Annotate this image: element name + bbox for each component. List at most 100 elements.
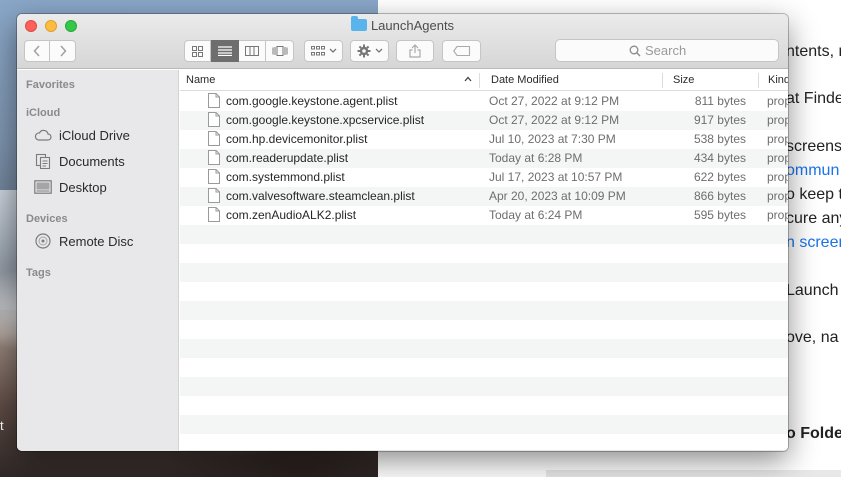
file-row[interactable]: com.zenAudioALK2.plist Today at 6:24 PM 59… (180, 206, 788, 225)
column-header-kind[interactable]: Kind (768, 74, 788, 86)
sidebar-item-label: iCloud Drive (59, 127, 130, 143)
file-row[interactable]: com.google.keystone.xpcservice.plist Oct … (180, 111, 788, 130)
file-size: 434 bytes (693, 151, 746, 165)
file-kind: prop (767, 170, 788, 184)
column-header-name[interactable]: Name (186, 74, 215, 86)
webpage-text: ove, na (786, 329, 839, 346)
file-kind: prop (767, 94, 788, 108)
sidebar: Favorites iCloud iCloud Drive Documents … (17, 70, 179, 451)
file-name: com.google.keystone.agent.plist (226, 94, 398, 108)
file-size: 622 bytes (693, 170, 746, 184)
chevron-down-icon (375, 48, 382, 53)
webpage-text: screens (786, 138, 841, 155)
action-button[interactable] (350, 40, 389, 62)
empty-row (180, 339, 788, 358)
titlebar: LaunchAgents (17, 14, 788, 69)
empty-row (180, 320, 788, 339)
empty-row (180, 358, 788, 377)
share-button[interactable] (396, 40, 434, 62)
file-date: Apr 20, 2023 at 10:09 PM (489, 189, 626, 203)
file-kind: prop (767, 132, 788, 146)
file-size: 595 bytes (693, 208, 746, 222)
sidebar-header-devices: Devices (26, 213, 68, 225)
sidebar-item-desktop[interactable]: Desktop (34, 177, 107, 197)
document-icon (208, 131, 220, 149)
column-view-button[interactable] (239, 40, 266, 62)
file-row[interactable]: com.readerupdate.plist Today at 6:28 PM 43… (180, 149, 788, 168)
tag-icon (452, 46, 470, 56)
file-kind: prop (767, 113, 788, 127)
empty-row (180, 415, 788, 434)
list-view-button[interactable] (211, 40, 239, 62)
document-icon (208, 150, 220, 168)
file-date: Oct 27, 2022 at 9:12 PM (489, 113, 620, 127)
webpage-divider (546, 470, 841, 477)
file-name: com.hp.devicemonitor.plist (226, 132, 368, 146)
chevron-right-icon (59, 45, 67, 57)
list-view-icon (217, 46, 232, 56)
file-date: Jul 17, 2023 at 10:57 PM (489, 170, 623, 184)
empty-row (180, 301, 788, 320)
tags-button[interactable] (442, 40, 481, 62)
finder-window: LaunchAgents Search Favorites iCloud iCl… (17, 14, 788, 451)
sidebar-item-remote-disc[interactable]: Remote Disc (34, 231, 133, 251)
column-separator[interactable] (662, 73, 663, 88)
file-row[interactable]: com.google.keystone.agent.plist Oct 27, 2… (180, 92, 788, 111)
empty-row (180, 263, 788, 282)
column-header-date[interactable]: Date Modified (491, 74, 559, 86)
document-icon (208, 112, 220, 130)
column-separator[interactable] (758, 73, 759, 88)
window-title-text: LaunchAgents (370, 18, 455, 33)
column-header-size[interactable]: Size (673, 74, 694, 86)
document-icon (208, 93, 220, 111)
column-separator[interactable] (479, 73, 480, 88)
file-name: com.google.keystone.xpcservice.plist (226, 113, 425, 127)
file-size: 917 bytes (693, 113, 746, 127)
file-kind: prop (767, 189, 788, 203)
cover-flow-view-button[interactable] (266, 40, 294, 62)
arrange-button[interactable] (304, 40, 343, 62)
column-headers: Name Date Modified Size Kind (180, 70, 788, 91)
file-list: Name Date Modified Size Kind com.google.… (180, 70, 788, 451)
cover-flow-icon (272, 46, 287, 56)
sidebar-header-icloud: iCloud (26, 107, 61, 119)
sidebar-header-favorites: Favorites (26, 79, 75, 91)
back-button[interactable] (24, 40, 50, 62)
share-icon (409, 44, 421, 58)
webpage-text: o keep t (786, 186, 841, 203)
sidebar-item-documents[interactable]: Documents (34, 151, 125, 171)
gear-icon (357, 44, 370, 58)
file-name: com.readerupdate.plist (226, 151, 349, 165)
document-icon (208, 188, 220, 206)
webpage-text: ntents, r (786, 43, 841, 60)
search-input[interactable] (645, 43, 705, 58)
document-icon (208, 169, 220, 187)
forward-button[interactable] (50, 40, 76, 62)
file-date: Jul 10, 2023 at 7:30 PM (489, 132, 616, 146)
icon-view-icon (192, 45, 203, 57)
file-kind: prop (767, 208, 788, 222)
sidebar-item-icloud-drive[interactable]: iCloud Drive (34, 125, 130, 145)
webpage-link[interactable]: ommun (786, 162, 839, 180)
desktop-icon (34, 179, 52, 195)
webpage-text: at Finde (786, 90, 841, 107)
column-view-icon (245, 46, 259, 56)
file-name: com.valvesoftware.steamclean.plist (226, 189, 415, 203)
icon-view-button[interactable] (184, 40, 211, 62)
file-row[interactable]: com.systemmond.plist Jul 17, 2023 at 10:5… (180, 168, 788, 187)
chevron-left-icon (33, 45, 40, 57)
webpage-link[interactable]: n screen (786, 234, 841, 252)
file-row[interactable]: com.hp.devicemonitor.plist Jul 10, 2023 a… (180, 130, 788, 149)
file-date: Today at 6:24 PM (489, 208, 583, 222)
sidebar-header-tags: Tags (26, 267, 51, 279)
webpage-heading: o Folde (786, 425, 841, 442)
sidebar-item-label: Documents (59, 153, 125, 169)
empty-row (180, 282, 788, 301)
cloud-icon (34, 127, 52, 143)
empty-row (180, 396, 788, 415)
file-row[interactable]: com.valvesoftware.steamclean.plist Apr 20… (180, 187, 788, 206)
scroll-track (180, 450, 788, 451)
file-date: Oct 27, 2022 at 9:12 PM (489, 94, 620, 108)
search-field[interactable] (555, 39, 779, 62)
documents-icon (34, 153, 52, 169)
